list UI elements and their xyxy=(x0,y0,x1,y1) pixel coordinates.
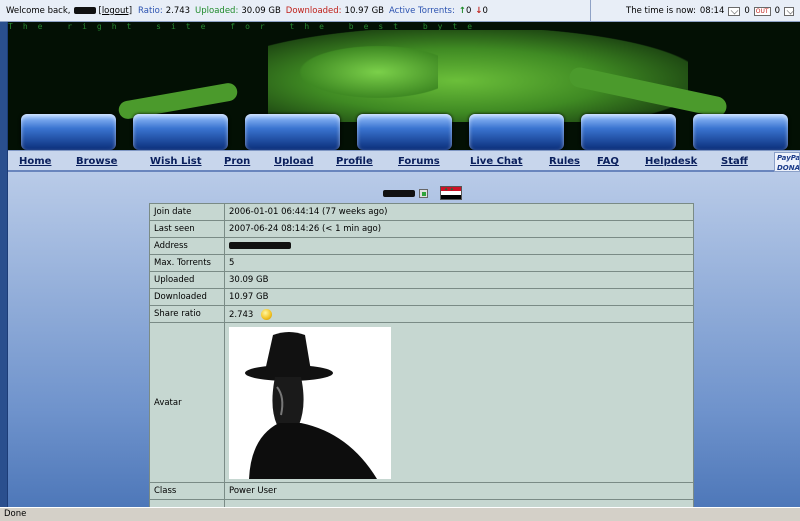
row-key-max-torrents: Max. Torrents xyxy=(149,254,225,272)
avatar xyxy=(229,327,391,479)
site-logo xyxy=(8,110,800,150)
table-row: Uploaded 30.09 GB xyxy=(149,271,694,289)
row-value-downloaded: 10.97 GB xyxy=(224,288,694,306)
active-torrents-label: Active Torrents: xyxy=(389,5,455,16)
table-row: Class Power User xyxy=(149,482,694,500)
ratio-value: 2.743 xyxy=(165,5,191,16)
uploaded-label: Uploaded: xyxy=(195,5,239,16)
paypal-donate-button[interactable]: PayPal DONATE xyxy=(774,152,800,172)
row-key-uploaded: Uploaded xyxy=(149,271,225,289)
smiley-icon xyxy=(261,308,273,320)
inbox-icon[interactable] xyxy=(728,6,741,16)
leeching-count: 0 xyxy=(482,5,488,16)
nav-home[interactable]: Home xyxy=(19,156,51,167)
downloaded-value: 10.97 GB xyxy=(344,5,385,16)
row-value-join-date: 2006-01-01 06:44:14 (77 weeks ago) xyxy=(224,203,694,221)
row-key-downloaded: Downloaded xyxy=(149,288,225,306)
ratio-label: Ratio: xyxy=(138,5,163,16)
row-value-share-ratio: 2.743 xyxy=(224,305,694,323)
topbar-divider xyxy=(590,0,591,22)
welcome-text: Welcome back, xyxy=(6,5,71,16)
table-row: Max. Torrents 5 xyxy=(149,254,694,272)
redacted-username xyxy=(73,7,96,14)
table-row: Avatar xyxy=(149,322,694,483)
logout-link[interactable]: [logout] xyxy=(99,6,133,16)
site-banner[interactable]: The right site for the best byte xyxy=(8,22,800,150)
row-key-join-date: Join date xyxy=(149,203,225,221)
nav-helpdesk[interactable]: Helpdesk xyxy=(645,156,697,167)
logo-letter xyxy=(244,114,340,150)
nav-browse[interactable]: Browse xyxy=(76,156,117,167)
inbox-count: 0 xyxy=(744,6,750,16)
row-value-last-seen: 2007-06-24 08:14:26 (< 1 min ago) xyxy=(224,220,694,238)
table-row: Share ratio 2.743 xyxy=(149,305,694,323)
lizard-head-image xyxy=(288,42,438,102)
row-value-max-torrents: 5 xyxy=(224,254,694,272)
logo-letter xyxy=(580,114,676,150)
logo-letter xyxy=(356,114,452,150)
nav-staff[interactable]: Staff xyxy=(721,156,748,167)
table-row: Join date 2006-01-01 06:44:14 (77 weeks … xyxy=(149,203,694,221)
leeching-arrow-icon: ↓ xyxy=(475,5,483,16)
nav-live-chat[interactable]: Live Chat xyxy=(470,156,523,167)
nav-pron[interactable]: Pron xyxy=(224,156,250,167)
table-row: Downloaded 10.97 GB xyxy=(149,288,694,306)
user-status-bar: Welcome back, [logout] Ratio: 2.743 Uplo… xyxy=(0,0,800,22)
browser-status-bar: Done xyxy=(0,507,800,521)
share-ratio-text: 2.743 xyxy=(229,309,254,320)
outbox-icon[interactable]: OUT xyxy=(753,6,771,16)
profile-username-header xyxy=(383,186,462,200)
row-value-address xyxy=(224,237,694,255)
profile-details-table: Join date 2006-01-01 06:44:14 (77 weeks … xyxy=(149,203,694,510)
table-row: Last seen 2007-06-24 08:14:26 (< 1 min a… xyxy=(149,220,694,238)
nav-forums[interactable]: Forums xyxy=(398,156,440,167)
time-value: 08:14 xyxy=(699,6,725,16)
rss-icon[interactable] xyxy=(784,6,794,16)
logo-letter xyxy=(132,114,228,150)
topbar-right: The time is now: 08:14 0 OUT 0 xyxy=(626,0,794,22)
row-value-avatar xyxy=(224,322,694,483)
redacted-address xyxy=(229,242,291,249)
country-flag-icon xyxy=(440,186,462,200)
seeding-arrow-icon: ↑ xyxy=(458,5,466,16)
row-key-address: Address xyxy=(149,237,225,255)
logo-letter xyxy=(468,114,564,150)
nav-profile[interactable]: Profile xyxy=(336,156,373,167)
main-nav: Home Browse Wish List Pron Upload Profil… xyxy=(8,150,800,172)
seeding-count: 0 xyxy=(465,5,472,16)
left-gutter xyxy=(0,22,8,512)
row-key-class: Class xyxy=(149,482,225,500)
row-key-last-seen: Last seen xyxy=(149,220,225,238)
table-row: Address xyxy=(149,237,694,255)
uploaded-value: 30.09 GB xyxy=(241,5,281,16)
nav-upload[interactable]: Upload xyxy=(274,156,313,167)
online-status-icon xyxy=(419,188,428,198)
row-key-share-ratio: Share ratio xyxy=(149,305,225,323)
row-value-class: Power User xyxy=(224,482,694,500)
nav-faq[interactable]: FAQ xyxy=(597,156,619,167)
logo-letter xyxy=(20,114,116,150)
nav-rules[interactable]: Rules xyxy=(549,156,580,167)
row-key-avatar: Avatar xyxy=(149,322,225,483)
hooded-figure-icon xyxy=(245,332,377,479)
row-value-uploaded: 30.09 GB xyxy=(224,271,694,289)
nav-wish-list[interactable]: Wish List xyxy=(150,156,202,167)
logo-letter xyxy=(692,114,788,150)
downloaded-label: Downloaded: xyxy=(285,5,342,16)
redacted-profile-username xyxy=(383,189,415,197)
outbox-count: 0 xyxy=(774,6,780,16)
time-label: The time is now: xyxy=(626,6,696,16)
